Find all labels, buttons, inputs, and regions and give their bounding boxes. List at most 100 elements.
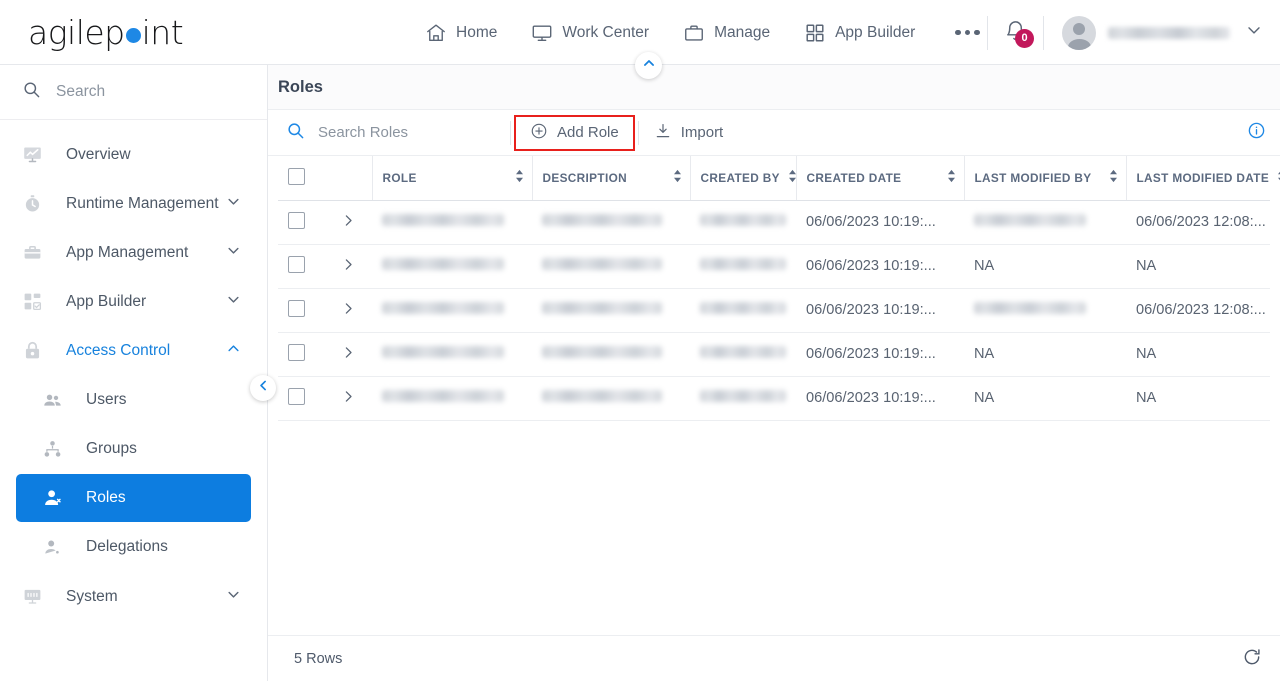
sort-icon[interactable] bbox=[1109, 169, 1118, 186]
chevron-right-icon[interactable] bbox=[340, 302, 357, 321]
row-checkbox[interactable] bbox=[288, 299, 305, 317]
roles-table-wrapper: ROLE DESCRIPTION CREATED BY CREATED DATE bbox=[268, 156, 1280, 421]
nav-label-work-center: Work Center bbox=[562, 23, 650, 41]
chevron-down-icon[interactable] bbox=[224, 585, 243, 609]
chevron-down-icon[interactable] bbox=[1244, 20, 1264, 45]
sidebar-item-system[interactable]: System bbox=[0, 572, 267, 621]
sidebar-search[interactable] bbox=[0, 65, 267, 120]
sidebar-label-roles: Roles bbox=[86, 489, 126, 506]
chevron-down-icon[interactable] bbox=[224, 192, 243, 216]
table-header-row: ROLE DESCRIPTION CREATED BY CREATED DATE bbox=[278, 156, 1280, 201]
sidebar-item-access-control[interactable]: Access Control bbox=[0, 326, 267, 375]
redacted-value bbox=[700, 302, 786, 314]
row-checkbox-cell bbox=[278, 244, 330, 289]
sort-icon[interactable] bbox=[673, 169, 682, 186]
main-content: Roles Add Role Import bbox=[268, 52, 1280, 681]
column-header-created-by[interactable]: CREATED BY bbox=[689, 156, 797, 201]
sidebar-collapse-button[interactable] bbox=[250, 375, 276, 401]
sidebar-item-delegations[interactable]: Delegations bbox=[16, 523, 251, 571]
sort-icon[interactable] bbox=[515, 169, 524, 186]
table-row[interactable]: 06/06/2023 10:19:... 06/06/2023 12:08:... bbox=[278, 288, 1270, 333]
redacted-value bbox=[700, 346, 786, 358]
search-input[interactable] bbox=[56, 83, 226, 101]
row-checkbox[interactable] bbox=[288, 343, 305, 361]
table-row[interactable]: 06/06/2023 10:19:... NA NA bbox=[278, 244, 1270, 289]
table-row[interactable]: 06/06/2023 10:19:... NA NA bbox=[278, 332, 1270, 377]
column-header-last-modified-date[interactable]: LAST MODIFIED DATE bbox=[1125, 156, 1280, 201]
redacted-value bbox=[382, 346, 504, 358]
row-checkbox[interactable] bbox=[288, 387, 305, 405]
agilepoint-logo[interactable]: agilep int bbox=[28, 13, 184, 52]
column-label-last-modified-date: LAST MODIFIED DATE bbox=[1136, 170, 1270, 185]
expand-column-header bbox=[330, 156, 372, 201]
redacted-value bbox=[974, 302, 1086, 314]
import-icon bbox=[654, 122, 672, 144]
sidebar-item-overview[interactable]: Overview bbox=[0, 130, 267, 179]
sidebar-item-runtime-management[interactable]: Runtime Management bbox=[0, 179, 267, 228]
cell-last-modified-date: 06/06/2023 12:08:... bbox=[1126, 200, 1270, 245]
cell-created-date: 06/06/2023 10:19:... bbox=[796, 200, 964, 245]
sidebar-label-groups: Groups bbox=[86, 440, 137, 457]
redacted-value bbox=[700, 214, 786, 226]
sidebar-item-roles[interactable]: Roles bbox=[16, 474, 251, 522]
table-row[interactable]: 06/06/2023 10:19:... 06/06/2023 12:08:... bbox=[278, 200, 1270, 245]
divider bbox=[510, 120, 511, 145]
roles-search[interactable] bbox=[268, 121, 510, 145]
row-checkbox[interactable] bbox=[288, 255, 305, 273]
sidebar-item-groups[interactable]: Groups bbox=[16, 425, 251, 473]
chevron-right-icon[interactable] bbox=[340, 214, 357, 233]
cell-last-modified-date: NA bbox=[1126, 332, 1270, 377]
logo-dot-icon bbox=[125, 27, 141, 43]
column-label-created-by: CREATED BY bbox=[700, 170, 780, 185]
delegation-person-icon bbox=[42, 537, 68, 558]
table-row[interactable]: 06/06/2023 10:19:... NA NA bbox=[278, 376, 1270, 421]
chevron-right-icon[interactable] bbox=[340, 346, 357, 365]
cell-created-date: 06/06/2023 10:19:... bbox=[796, 332, 964, 377]
column-header-last-modified-by[interactable]: LAST MODIFIED BY bbox=[963, 156, 1126, 201]
more-options-icon[interactable] bbox=[949, 0, 986, 65]
content-toolbar: Add Role Import bbox=[268, 109, 1280, 156]
row-checkbox[interactable] bbox=[288, 211, 305, 229]
notifications-button[interactable]: 0 bbox=[988, 19, 1043, 48]
nav-item-manage[interactable]: Manage bbox=[683, 0, 770, 65]
chevron-down-icon[interactable] bbox=[224, 290, 243, 314]
column-header-created-date[interactable]: CREATED DATE bbox=[795, 156, 964, 201]
chevron-up-icon[interactable] bbox=[224, 339, 243, 363]
chevron-down-icon[interactable] bbox=[224, 241, 243, 265]
row-checkbox-cell bbox=[278, 332, 330, 377]
search-roles-input[interactable] bbox=[318, 124, 488, 141]
user-menu[interactable] bbox=[1044, 15, 1244, 50]
monitor-icon bbox=[531, 22, 553, 44]
column-header-role[interactable]: ROLE bbox=[371, 156, 532, 201]
role-person-icon bbox=[42, 487, 68, 509]
column-header-description[interactable]: DESCRIPTION bbox=[531, 156, 690, 201]
redacted-value bbox=[382, 390, 504, 402]
chevron-right-icon[interactable] bbox=[340, 390, 357, 409]
add-role-button[interactable]: Add Role bbox=[514, 114, 635, 151]
user-name-label bbox=[1108, 26, 1230, 39]
redacted-value bbox=[382, 302, 504, 314]
nav-item-app-builder[interactable]: App Builder bbox=[804, 0, 915, 65]
cell-created-by bbox=[690, 200, 796, 245]
import-button[interactable]: Import bbox=[639, 117, 739, 149]
cell-last-modified-by: NA bbox=[964, 244, 1126, 289]
panel-collapse-button[interactable] bbox=[635, 52, 662, 79]
top-right-controls: 0 bbox=[987, 0, 1280, 65]
sort-icon[interactable] bbox=[947, 169, 956, 186]
nav-label-app-builder: App Builder bbox=[835, 23, 916, 41]
sidebar-item-app-management[interactable]: App Management bbox=[0, 228, 267, 277]
sidebar-item-users[interactable]: Users bbox=[16, 376, 251, 424]
chevron-right-icon[interactable] bbox=[340, 258, 357, 277]
sidebar-label-system: System bbox=[66, 587, 118, 605]
nav-item-work-center[interactable]: Work Center bbox=[531, 0, 649, 65]
refresh-icon[interactable] bbox=[1242, 647, 1262, 671]
sidebar-label-runtime-management: Runtime Management bbox=[66, 194, 219, 212]
import-label: Import bbox=[680, 124, 724, 141]
cell-last-modified-by bbox=[964, 288, 1126, 333]
chart-monitor-icon bbox=[22, 144, 48, 165]
sort-icon[interactable] bbox=[788, 169, 797, 186]
sidebar-item-app-builder[interactable]: App Builder bbox=[0, 277, 267, 326]
info-circle-icon[interactable] bbox=[1247, 121, 1266, 145]
nav-item-home[interactable]: Home bbox=[425, 0, 497, 65]
select-all-checkbox[interactable] bbox=[288, 167, 305, 185]
